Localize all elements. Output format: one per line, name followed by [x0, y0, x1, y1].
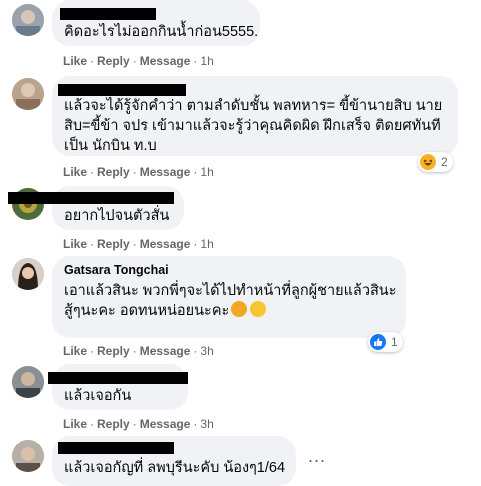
comment-actions: Like · Reply · Message · 3h — [63, 417, 214, 431]
redacted-name — [8, 192, 174, 204]
comment-text: คิดอะไรไม่ออกกินน้ำก่อน5555. — [64, 24, 259, 40]
redacted-name — [58, 442, 174, 454]
reply-button[interactable]: Reply — [97, 417, 130, 431]
like-button[interactable]: Like — [63, 344, 87, 358]
avatar[interactable] — [12, 78, 44, 110]
reply-button[interactable]: Reply — [97, 54, 130, 68]
comment-text: อยากไปจนตัวสั่น — [64, 208, 170, 224]
comment-bubble: Gatsara Tongchai เอาแล้วสินะ พวกพี่ๆจะได… — [52, 256, 406, 338]
timestamp[interactable]: 3h — [200, 344, 213, 358]
avatar[interactable] — [12, 366, 44, 398]
redacted-name — [58, 84, 186, 96]
comment-text: เอาแล้วสินะ พวกพี่ๆจะได้ไปทำหน้าที่ลูกผู… — [64, 283, 397, 319]
comment-actions: Like · Reply · Message · 1h — [63, 165, 214, 179]
redacted-name — [48, 372, 188, 384]
avatar[interactable] — [12, 4, 44, 36]
comment-text: แล้วเจอกัน — [64, 388, 132, 404]
comment-actions: Like · Reply · Message · 3h — [63, 344, 214, 358]
timestamp[interactable]: 1h — [200, 165, 213, 179]
timestamp[interactable]: 3h — [200, 417, 213, 431]
redacted-name — [60, 8, 156, 20]
comment-bubble: คิดอะไรไม่ออกกินน้ำก่อน5555. — [52, 0, 260, 46]
hugging-face-icon — [231, 301, 248, 317]
comment-bubble: อยากไปจนตัวสั่น — [8, 186, 184, 230]
avatar[interactable] — [12, 440, 44, 472]
reaction-count: 1 — [391, 335, 398, 349]
message-button[interactable]: Message — [140, 344, 191, 358]
timestamp[interactable]: 1h — [200, 54, 213, 68]
reaction-summary[interactable]: 2 — [418, 152, 453, 172]
avatar[interactable] — [12, 258, 44, 290]
comment-actions: Like · Reply · Message · 1h — [63, 54, 214, 68]
comment-text: แล้วเจอกัญที่ ลพบุรีนะคับ น้องๆ1/64 — [64, 460, 286, 476]
comment-bubble: แล้วเจอกัน — [48, 364, 188, 410]
timestamp[interactable]: 1h — [200, 237, 213, 251]
message-button[interactable]: Message — [140, 165, 191, 179]
reply-button[interactable]: Reply — [97, 344, 130, 358]
reaction-count: 2 — [441, 155, 448, 169]
haha-icon — [420, 154, 436, 170]
smiling-face-icon — [250, 301, 267, 317]
message-button[interactable]: Message — [140, 54, 191, 68]
message-button[interactable]: Message — [140, 237, 191, 251]
like-button[interactable]: Like — [63, 417, 87, 431]
comment-bubble: แล้วจะได้รู้จักคำว่า ตามลำดับชั้น พลทหาร… — [52, 76, 458, 156]
reply-button[interactable]: Reply — [97, 237, 130, 251]
comment-bubble: แล้วเจอกัญที่ ลพบุรีนะคับ น้องๆ1/64 — [52, 436, 296, 486]
like-button[interactable]: Like — [63, 165, 87, 179]
like-icon — [370, 334, 386, 350]
more-options-icon[interactable]: ... — [308, 446, 326, 467]
comment-text: แล้วจะได้รู้จักคำว่า ตามลำดับชั้น พลทหาร… — [64, 98, 443, 154]
like-button[interactable]: Like — [63, 237, 87, 251]
reply-button[interactable]: Reply — [97, 165, 130, 179]
commenter-name[interactable]: Gatsara Tongchai — [64, 262, 169, 278]
like-button[interactable]: Like — [63, 54, 87, 68]
reaction-summary[interactable]: 1 — [368, 332, 403, 352]
comment-actions: Like · Reply · Message · 1h — [63, 237, 214, 251]
message-button[interactable]: Message — [140, 417, 191, 431]
